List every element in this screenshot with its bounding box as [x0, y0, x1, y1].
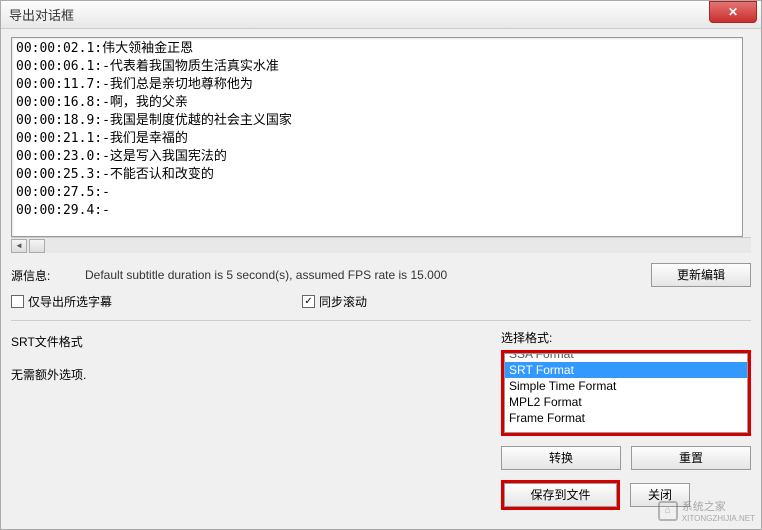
save-button-highlight: 保存到文件	[501, 480, 620, 510]
preview-line: 00:00:29.4:-	[16, 202, 738, 220]
format-panel: 选择格式: SSA FormatSRT FormatSimple Time Fo…	[501, 329, 751, 510]
reset-button[interactable]: 重置	[631, 446, 751, 470]
format-list-item[interactable]: SRT Format	[505, 362, 747, 378]
format-list-item[interactable]: Frame Format	[505, 410, 747, 426]
preview-line: 00:00:23.0:-这是写入我国宪法的	[16, 148, 738, 166]
watermark-text: 系统之家 XITONGZHIJIA.NET	[682, 498, 755, 523]
preview-text: 00:00:02.1:伟大领袖金正恩00:00:06.1:-代表着我国物质生活真…	[12, 38, 742, 222]
watermark: ⌂ 系统之家 XITONGZHIJIA.NET	[658, 498, 755, 523]
lower-section: SRT文件格式 无需额外选项. 选择格式: SSA FormatSRT Form…	[11, 329, 751, 510]
titlebar: 导出对话框 ✕	[1, 1, 761, 29]
preview-line: 00:00:11.7:-我们总是亲切地尊称他为	[16, 76, 738, 94]
save-to-file-button[interactable]: 保存到文件	[504, 483, 617, 507]
preview-line: 00:00:18.9:-我国是制度优越的社会主义国家	[16, 112, 738, 130]
close-icon[interactable]: ✕	[709, 1, 757, 23]
select-format-label: 选择格式:	[501, 329, 751, 346]
format-list-item[interactable]: SSA Format	[505, 353, 747, 362]
watermark-icon: ⌂	[658, 501, 678, 521]
sync-scroll-label: 同步滚动	[319, 293, 367, 310]
export-selected-checkbox[interactable]	[11, 295, 24, 308]
preview-line: 00:00:02.1:伟大领袖金正恩	[16, 40, 738, 58]
update-edit-button[interactable]: 更新编辑	[651, 263, 751, 287]
divider	[11, 320, 751, 321]
export-selected-label: 仅导出所选字幕	[28, 293, 112, 310]
preview-line: 00:00:16.8:-啊，我的父亲	[16, 94, 738, 112]
srt-format-label: SRT文件格式	[11, 333, 491, 350]
content-area: 00:00:02.1:伟大领袖金正恩00:00:06.1:-代表着我国物质生活真…	[1, 29, 761, 518]
format-listbox[interactable]: SSA FormatSRT FormatSimple Time FormatMP…	[504, 353, 748, 433]
horizontal-scrollbar[interactable]: ◄	[11, 237, 751, 253]
preview-line: 00:00:06.1:-代表着我国物质生活真实水准	[16, 58, 738, 76]
no-extra-options-label: 无需额外选项.	[11, 366, 491, 383]
sync-scroll-checkbox-wrap[interactable]: ✓ 同步滚动	[302, 293, 367, 310]
source-info-row: 源信息: Default subtitle duration is 5 seco…	[11, 263, 751, 287]
format-info: SRT文件格式 无需额外选项.	[11, 329, 491, 510]
format-list-item[interactable]: MPL2 Format	[505, 394, 747, 410]
subtitle-preview[interactable]: 00:00:02.1:伟大领袖金正恩00:00:06.1:-代表着我国物质生活真…	[11, 37, 743, 237]
preview-line: 00:00:21.1:-我们是幸福的	[16, 130, 738, 148]
scroll-thumb[interactable]	[29, 239, 45, 253]
dialog-window: 导出对话框 ✕ 00:00:02.1:伟大领袖金正恩00:00:06.1:-代表…	[0, 0, 762, 530]
options-row: 仅导出所选字幕 ✓ 同步滚动	[11, 293, 751, 310]
action-row-1: 转换 重置	[501, 446, 751, 470]
scroll-left-icon[interactable]: ◄	[11, 239, 27, 253]
format-list-item[interactable]: Simple Time Format	[505, 378, 747, 394]
preview-line: 00:00:27.5:-	[16, 184, 738, 202]
preview-line: 00:00:25.3:-不能否认和改变的	[16, 166, 738, 184]
source-label: 源信息:	[11, 267, 65, 284]
convert-button[interactable]: 转换	[501, 446, 621, 470]
window-title: 导出对话框	[9, 5, 74, 24]
export-selected-checkbox-wrap[interactable]: 仅导出所选字幕	[11, 293, 112, 310]
sync-scroll-checkbox[interactable]: ✓	[302, 295, 315, 308]
format-listbox-highlight: SSA FormatSRT FormatSimple Time FormatMP…	[501, 350, 751, 436]
source-text: Default subtitle duration is 5 second(s)…	[85, 268, 631, 282]
